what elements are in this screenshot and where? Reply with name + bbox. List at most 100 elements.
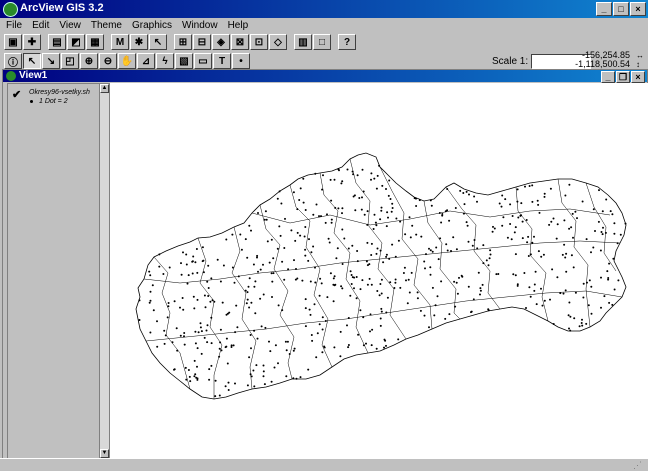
density-dot bbox=[582, 282, 585, 285]
hotlink-icon[interactable]: ϟ bbox=[156, 53, 174, 69]
density-dot bbox=[356, 174, 359, 177]
locate-address-icon[interactable]: ✱ bbox=[130, 34, 148, 50]
density-dot bbox=[256, 337, 259, 340]
density-dot bbox=[466, 224, 469, 227]
density-dot bbox=[350, 274, 353, 276]
density-dot bbox=[326, 213, 328, 216]
density-dot bbox=[232, 344, 235, 347]
measure-icon[interactable]: ⊿ bbox=[137, 53, 155, 69]
menu-edit[interactable]: Edit bbox=[27, 19, 54, 33]
density-dot bbox=[272, 257, 275, 260]
identify-icon[interactable]: ⓘ bbox=[4, 53, 22, 69]
density-dot bbox=[246, 291, 249, 294]
zoom-active-themes-icon[interactable]: ⊟ bbox=[193, 34, 211, 50]
save-project-icon[interactable]: ▣ bbox=[4, 34, 22, 50]
clear-selection-icon[interactable]: □ bbox=[313, 34, 331, 50]
density-dot bbox=[292, 377, 295, 380]
density-dot bbox=[616, 242, 619, 245]
density-dot bbox=[535, 303, 538, 306]
zoom-full-extent-icon[interactable]: ⊞ bbox=[174, 34, 192, 50]
app-titlebar[interactable]: ArcView GIS 3.2 _ □ × bbox=[0, 0, 648, 18]
menu-graphics[interactable]: Graphics bbox=[127, 19, 177, 33]
checkmark-icon[interactable]: ✔ bbox=[12, 88, 21, 101]
zoom-out-tool-icon[interactable]: ⊖ bbox=[99, 53, 117, 69]
maximize-button[interactable]: □ bbox=[613, 2, 629, 16]
theme-name[interactable]: Okresy96-vsetky.sh bbox=[29, 89, 90, 96]
density-dot bbox=[196, 347, 199, 350]
density-dot bbox=[309, 280, 312, 283]
help-icon[interactable]: ? bbox=[338, 34, 356, 50]
select-features-icon[interactable]: ▥ bbox=[294, 34, 312, 50]
map-display[interactable] bbox=[109, 83, 648, 459]
menu-help[interactable]: Help bbox=[223, 19, 254, 33]
arcview-logo-icon[interactable] bbox=[3, 2, 18, 17]
density-dot bbox=[210, 316, 213, 319]
theme-properties-icon[interactable]: ▤ bbox=[48, 34, 66, 50]
density-dot bbox=[453, 280, 456, 283]
text-tool-icon[interactable]: T bbox=[213, 53, 231, 69]
density-dot bbox=[249, 334, 252, 336]
add-theme-icon[interactable]: ✚ bbox=[23, 34, 41, 50]
menu-file[interactable]: File bbox=[0, 19, 27, 33]
minimize-button[interactable]: _ bbox=[596, 2, 612, 16]
density-dot bbox=[476, 200, 478, 203]
menu-view[interactable]: View bbox=[54, 19, 86, 33]
density-dot bbox=[231, 233, 234, 236]
select-feature-icon[interactable]: ◰ bbox=[61, 53, 79, 69]
view-restore-button[interactable]: ❐ bbox=[616, 71, 630, 83]
pointer-icon[interactable]: ↖ bbox=[23, 53, 41, 69]
density-dot bbox=[296, 208, 299, 211]
density-dot bbox=[608, 301, 611, 304]
density-dot bbox=[227, 389, 230, 391]
density-dot bbox=[390, 210, 393, 213]
draw-point-icon[interactable]: • bbox=[232, 53, 250, 69]
density-dot bbox=[214, 395, 217, 398]
open-theme-table-icon[interactable]: ▦ bbox=[86, 34, 104, 50]
density-dot bbox=[224, 385, 227, 388]
view-close-button[interactable]: × bbox=[631, 71, 645, 83]
label-icon[interactable]: ▭ bbox=[194, 53, 212, 69]
menu-window[interactable]: Window bbox=[177, 19, 223, 33]
toc-scrollbar[interactable]: ▲ ▼ bbox=[99, 84, 109, 458]
density-dot bbox=[318, 323, 321, 326]
density-dot bbox=[479, 287, 482, 290]
zoom-in-tool-icon[interactable]: ⊕ bbox=[80, 53, 98, 69]
density-dot bbox=[333, 178, 336, 181]
resize-grip-icon[interactable]: ⋰ bbox=[633, 460, 642, 471]
scroll-down-arrow-icon[interactable]: ▼ bbox=[100, 449, 109, 458]
zoom-previous-icon[interactable]: ◇ bbox=[269, 34, 287, 50]
view-minimize-button[interactable]: _ bbox=[601, 71, 615, 83]
view-titlebar[interactable]: View1 _ ❐ × bbox=[3, 70, 647, 83]
zoom-in-icon[interactable]: ⊠ bbox=[231, 34, 249, 50]
edit-legend-icon[interactable]: ◩ bbox=[67, 34, 85, 50]
menu-theme[interactable]: Theme bbox=[86, 19, 127, 33]
density-dot bbox=[465, 190, 468, 193]
density-dot bbox=[221, 301, 224, 304]
zoom-out-icon[interactable]: ⊡ bbox=[250, 34, 268, 50]
map-canvas[interactable] bbox=[110, 83, 648, 459]
density-dot bbox=[270, 380, 273, 383]
density-dot bbox=[533, 283, 536, 286]
density-dot bbox=[225, 337, 228, 340]
density-dot bbox=[183, 335, 185, 338]
scroll-up-arrow-icon[interactable]: ▲ bbox=[100, 84, 109, 93]
zoom-selected-icon[interactable]: ◈ bbox=[212, 34, 230, 50]
pan-hand-icon[interactable]: ✋ bbox=[118, 53, 136, 69]
find-icon[interactable]: M bbox=[111, 34, 129, 50]
density-dot bbox=[257, 270, 259, 273]
density-dot bbox=[520, 214, 523, 217]
density-dot bbox=[423, 260, 426, 263]
density-dot bbox=[556, 276, 559, 279]
area-of-interest-icon[interactable]: ▧ bbox=[175, 53, 193, 69]
density-dot bbox=[353, 287, 355, 290]
density-dot bbox=[568, 301, 571, 304]
vertex-edit-icon[interactable]: ↘ bbox=[42, 53, 60, 69]
query-builder-icon[interactable]: ↖ bbox=[149, 34, 167, 50]
density-dot bbox=[327, 237, 330, 240]
density-dot bbox=[292, 349, 295, 352]
density-dot bbox=[166, 316, 169, 319]
density-dot bbox=[552, 217, 555, 220]
density-dot bbox=[351, 244, 354, 247]
close-button[interactable]: × bbox=[630, 2, 646, 16]
density-dot bbox=[179, 334, 182, 337]
